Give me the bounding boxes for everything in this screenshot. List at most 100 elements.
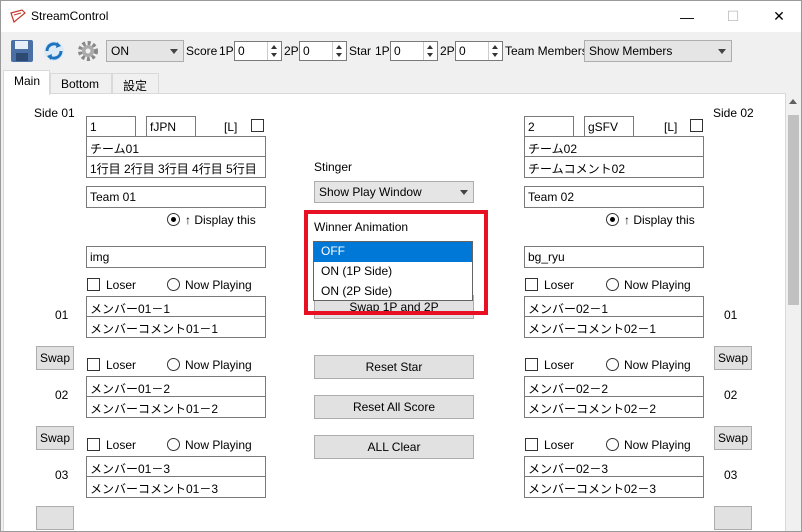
side2-m2-now-playing-radio[interactable] — [606, 358, 619, 371]
side2-m1-comment-field[interactable]: メンバーコメント02－1 — [524, 316, 704, 338]
side2-team-name-field[interactable]: チーム02 — [524, 136, 704, 158]
tab-bottom[interactable]: Bottom — [50, 73, 112, 94]
side2-m2-name-field[interactable]: メンバー02－2 — [524, 376, 704, 398]
save-icon[interactable] — [10, 39, 34, 63]
side2-swap-button-2[interactable]: Swap — [714, 426, 752, 450]
side1-lock-checkbox[interactable] — [251, 119, 264, 132]
mode-select-value: ON — [111, 44, 129, 58]
side2-m1-name-field[interactable]: メンバー02－1 — [524, 296, 704, 318]
close-icon[interactable]: ✕ — [756, 1, 801, 32]
side2-m3-name-field[interactable]: メンバー02－3 — [524, 456, 704, 478]
score-2p-value: 0 — [303, 44, 310, 58]
side1-team-comment-field[interactable]: 1行目 2行目 3行目 4行目 5行目 — [86, 156, 266, 178]
side1-number-field[interactable]: 1 — [86, 116, 136, 138]
side2-team-label-field[interactable]: Team 02 — [524, 186, 704, 208]
side2-m3-loser-checkbox[interactable] — [525, 438, 538, 451]
side2-display-radio[interactable] — [606, 213, 619, 226]
team-members-label: Team Members — [505, 44, 588, 58]
gear-icon[interactable] — [76, 39, 100, 63]
reset-all-score-button[interactable]: Reset All Score — [314, 395, 474, 419]
side2-m3-now-playing-label: Now Playing — [624, 438, 691, 452]
side1-image-field[interactable]: img — [86, 246, 266, 268]
side1-m1-comment-field[interactable]: メンバーコメント01－1 — [86, 316, 266, 338]
side2-m1-row-label: 01 — [724, 308, 738, 322]
side2-image-field[interactable]: bg_ryu — [524, 246, 704, 268]
side2-m1-loser-checkbox[interactable] — [525, 278, 538, 291]
side1-m2-loser-checkbox[interactable] — [87, 358, 100, 371]
side1-team-name-field[interactable]: チーム01 — [86, 136, 266, 158]
team-members-select-value: Show Members — [589, 44, 673, 58]
side2-swap-button-3[interactable] — [714, 506, 752, 530]
stinger-select[interactable]: Show Play Window — [314, 181, 474, 203]
side1-m1-row-label: 01 — [55, 308, 69, 322]
side1-m2-now-playing-label: Now Playing — [185, 358, 252, 372]
side2-m2-loser-checkbox[interactable] — [525, 358, 538, 371]
side2-m1-now-playing-radio[interactable] — [606, 278, 619, 291]
side1-m1-now-playing-label: Now Playing — [185, 278, 252, 292]
side1-swap-button-2[interactable]: Swap — [36, 426, 74, 450]
star-2p-value: 0 — [459, 44, 466, 58]
mode-select[interactable]: ON — [106, 40, 184, 62]
side1-m2-name-field[interactable]: メンバー01－2 — [86, 376, 266, 398]
side2-m3-now-playing-radio[interactable] — [606, 438, 619, 451]
vertical-scrollbar[interactable] — [786, 93, 801, 531]
side1-m1-name-field[interactable]: メンバー01－1 — [86, 296, 266, 318]
side2-m3-comment-field[interactable]: メンバーコメント02－3 — [524, 476, 704, 498]
all-clear-button[interactable]: ALL Clear — [314, 435, 474, 459]
side1-display-radio[interactable] — [167, 213, 180, 226]
stepper-buttons[interactable] — [423, 42, 437, 60]
side1-swap-button-3[interactable] — [36, 506, 74, 530]
side1-m2-comment-field[interactable]: メンバーコメント01－2 — [86, 396, 266, 418]
scroll-up-icon[interactable] — [789, 99, 797, 104]
tab-bar: Main Bottom 設定 — [1, 70, 801, 95]
stepper-buttons[interactable] — [332, 42, 346, 60]
reset-star-button[interactable]: Reset Star — [314, 355, 474, 379]
side1-display-label: ↑ Display this — [185, 213, 256, 227]
chevron-down-icon — [718, 49, 726, 54]
side2-swap-button-1[interactable]: Swap — [714, 346, 752, 370]
tab-main[interactable]: Main — [3, 70, 50, 95]
side1-m2-row-label: 02 — [55, 388, 69, 402]
star-1p-stepper[interactable]: 0 — [390, 41, 438, 61]
side2-m2-loser-label: Loser — [544, 358, 575, 372]
side1-m1-loser-checkbox[interactable] — [87, 278, 100, 291]
stepper-buttons[interactable] — [267, 42, 281, 60]
side1-m1-now-playing-radio[interactable] — [167, 278, 180, 291]
refresh-icon[interactable] — [42, 39, 66, 63]
maximize-icon[interactable]: ☐ — [710, 1, 756, 32]
side1-team-label-field[interactable]: Team 01 — [86, 186, 266, 208]
tab-settings[interactable]: 設定 — [112, 73, 159, 94]
side2-m2-comment-field[interactable]: メンバーコメント02－2 — [524, 396, 704, 418]
score-1p-stepper[interactable]: 0 — [234, 41, 282, 61]
score-label: Score — [186, 44, 218, 58]
title-bar: StreamControl — ☐ ✕ — [1, 1, 801, 32]
app-window: StreamControl — ☐ ✕ ON Score 1P 0 2P 0 S… — [0, 0, 802, 532]
minimize-icon[interactable]: — — [664, 1, 710, 32]
side1-swap-button-1[interactable]: Swap — [36, 346, 74, 370]
score-2p-stepper[interactable]: 0 — [299, 41, 347, 61]
side2-number-field[interactable]: 2 — [524, 116, 574, 138]
team-members-select[interactable]: Show Members — [584, 40, 732, 62]
side2-m1-now-playing-label: Now Playing — [624, 278, 691, 292]
side1-m2-now-playing-radio[interactable] — [167, 358, 180, 371]
app-logo-icon — [10, 9, 26, 23]
side2-m3-row-label: 03 — [724, 468, 738, 482]
side1-m3-loser-checkbox[interactable] — [87, 438, 100, 451]
toolbar: ON Score 1P 0 2P 0 Star 1P 0 2P 0 Team M… — [1, 32, 801, 70]
side1-m3-name-field[interactable]: メンバー01－3 — [86, 456, 266, 478]
score-2p-label: 2P — [284, 44, 299, 58]
side1-m3-comment-field[interactable]: メンバーコメント01－3 — [86, 476, 266, 498]
side1-m3-now-playing-radio[interactable] — [167, 438, 180, 451]
side2-lock-checkbox[interactable] — [690, 119, 703, 132]
side2-team-comment-field[interactable]: チームコメント02 — [524, 156, 704, 178]
scrollbar-thumb[interactable] — [788, 115, 799, 305]
side1-country-field[interactable]: fJPN — [146, 116, 196, 138]
stepper-buttons[interactable] — [488, 42, 502, 60]
stinger-label: Stinger — [314, 160, 353, 174]
score-1p-label: 1P — [219, 44, 234, 58]
side2-country-field[interactable]: gSFV — [584, 116, 634, 138]
side2-heading: Side 02 — [713, 106, 754, 120]
chevron-down-icon — [460, 190, 468, 195]
star-2p-stepper[interactable]: 0 — [455, 41, 503, 61]
score-1p-value: 0 — [238, 44, 245, 58]
